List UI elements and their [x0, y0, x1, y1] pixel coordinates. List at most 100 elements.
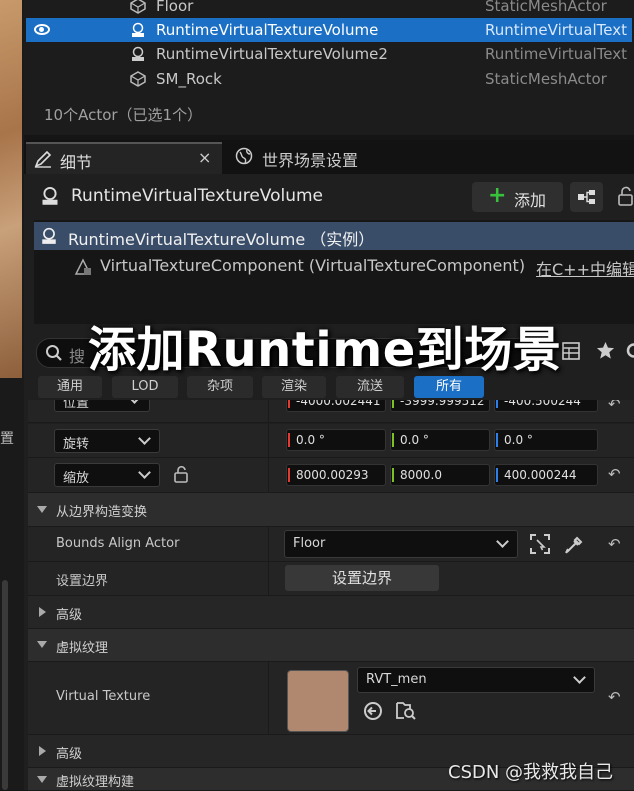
- rotation-y-value: 0.0 °: [400, 433, 429, 447]
- column-divider: [268, 662, 269, 734]
- collapse-arrow-icon: [37, 506, 47, 513]
- reset-arrow-icon[interactable]: ↶: [608, 465, 621, 483]
- reset-arrow-icon[interactable]: ↶: [608, 535, 621, 553]
- location-y-field[interactable]: -3999.999512: [390, 400, 490, 412]
- column-divider: [268, 527, 269, 561]
- location-mode-dropdown[interactable]: 位置: [54, 400, 150, 412]
- lock-open-icon[interactable]: [617, 186, 634, 206]
- property-virtual-texture: Virtual Texture RVT_men ↶: [28, 662, 634, 735]
- component-root-label: RuntimeVirtualTextureVolume （实例）: [68, 230, 375, 249]
- rotation-mode-dropdown[interactable]: 旋转: [54, 429, 160, 453]
- texture-asset-dropdown[interactable]: RVT_men: [357, 667, 595, 693]
- reset-arrow-icon[interactable]: ↶: [608, 688, 621, 706]
- outliner-row-rvt-volume2[interactable]: RuntimeVirtualTextureVolume2 RuntimeVirt…: [26, 42, 632, 66]
- location-x-field[interactable]: -4000.002441: [286, 400, 386, 412]
- column-divider: [268, 458, 269, 492]
- outliner-type: StaticMeshActor: [485, 70, 607, 88]
- outliner-name: SM_Rock: [156, 70, 222, 88]
- x-axis-marker: [288, 400, 290, 408]
- reset-arrow-icon[interactable]: ↶: [608, 400, 621, 413]
- y-axis-marker: [392, 400, 394, 408]
- chevron-down-icon: [128, 400, 141, 404]
- chevron-down-icon: [496, 535, 509, 548]
- static-mesh-icon: [130, 71, 146, 87]
- rotation-z-field[interactable]: 0.0 °: [494, 429, 598, 451]
- close-tab-button[interactable]: ×: [198, 148, 211, 167]
- settings-gear-icon[interactable]: [626, 341, 634, 360]
- set-bounds-button[interactable]: 设置边界: [285, 565, 439, 591]
- select-actor-icon[interactable]: [530, 534, 550, 554]
- blueprint-button[interactable]: [570, 182, 603, 212]
- outliner-row-floor[interactable]: Floor StaticMeshActor: [26, 0, 632, 18]
- component-child-label: VirtualTextureComponent (VirtualTextureC…: [100, 256, 526, 275]
- add-label: 添加: [514, 191, 547, 210]
- section-title: 高级: [56, 608, 83, 623]
- left-cut-label: 置: [0, 431, 14, 447]
- scale-mode-dropdown[interactable]: 缩放: [54, 463, 160, 487]
- property-set-bounds: 设置边界 设置边界: [28, 562, 634, 596]
- watermark: CSDN @我救我自己: [448, 762, 614, 783]
- property-scale: 缩放 8000.00293 8000.0 400.000244 ↶: [28, 458, 634, 493]
- rotation-z-value: 0.0 °: [504, 433, 533, 447]
- edit-in-cpp-link[interactable]: 在C++中编辑: [536, 256, 634, 280]
- collapse-arrow-icon: [37, 641, 47, 648]
- section-title: 从边界构造变换: [56, 505, 148, 520]
- section-advanced[interactable]: 高级: [28, 596, 634, 629]
- outliner-row-rvt-volume[interactable]: RuntimeVirtualTextureVolume RuntimeVirtu…: [26, 18, 632, 42]
- blueprint-hierarchy-icon: [578, 190, 595, 204]
- bounds-actor-dropdown[interactable]: Floor: [284, 530, 518, 558]
- property-bounds-align-actor: Bounds Align Actor Floor ↶: [28, 527, 634, 562]
- rvt-volume-icon: [42, 186, 58, 205]
- column-divider: [268, 424, 269, 457]
- section-virtual-texture[interactable]: 虚拟纹理: [28, 629, 634, 662]
- tab-details[interactable]: 细节 ×: [26, 142, 222, 174]
- tab-details-label: 细节: [60, 153, 93, 172]
- scale-x-field[interactable]: 8000.00293: [286, 464, 386, 486]
- actor-count: 10个Actor（已选1个）: [44, 106, 203, 124]
- table-view-icon[interactable]: [562, 342, 580, 360]
- texture-asset-value: RVT_men: [366, 672, 427, 687]
- z-axis-marker: [496, 433, 498, 447]
- rotation-x-value: 0.0 °: [296, 433, 325, 447]
- star-icon[interactable]: [596, 341, 615, 360]
- component-tree: RuntimeVirtualTextureVolume （实例） Virtual…: [34, 220, 634, 324]
- expand-arrow-icon: [39, 746, 46, 756]
- left-scrollbar[interactable]: [2, 580, 8, 790]
- add-component-button[interactable]: + 添加: [472, 182, 563, 212]
- component-root-row[interactable]: RuntimeVirtualTextureVolume （实例）: [34, 222, 634, 250]
- section-bounds-transform[interactable]: 从边界构造变换: [28, 493, 634, 527]
- rvt-volume-icon: [132, 46, 144, 61]
- section-title: 高级: [56, 747, 83, 762]
- eyedropper-icon[interactable]: [564, 533, 584, 555]
- texture-thumbnail[interactable]: [287, 670, 349, 732]
- outliner-row-sm-rock[interactable]: SM_Rock StaticMeshActor: [26, 67, 632, 91]
- property-label: Virtual Texture: [56, 689, 151, 704]
- location-z-field[interactable]: -400.500244: [494, 400, 598, 412]
- section-title: 虚拟纹理构建: [56, 775, 135, 790]
- search-input[interactable]: 搜: [69, 343, 85, 367]
- search-icon: [46, 345, 62, 361]
- texture-component-icon: [74, 258, 92, 275]
- rotation-y-field[interactable]: 0.0 °: [390, 429, 490, 451]
- scale-z-value: 400.000244: [504, 468, 577, 482]
- lock-open-icon[interactable]: [174, 466, 188, 483]
- use-selected-arrow-icon[interactable]: [363, 701, 383, 721]
- visibility-eye-icon[interactable]: [34, 24, 50, 35]
- location-z-value: -400.500244: [504, 400, 581, 408]
- actor-title: RuntimeVirtualTextureVolume: [71, 186, 324, 206]
- scale-z-field[interactable]: 400.000244: [494, 464, 598, 486]
- globe-icon: [235, 147, 253, 165]
- outliner-type: StaticMeshActor: [485, 0, 607, 15]
- world-outliner: Floor StaticMeshActor RuntimeVirtualText…: [24, 0, 634, 135]
- rvt-volume-icon: [132, 22, 144, 37]
- details-panel: RuntimeVirtualTextureVolume + 添加 Runtime…: [24, 174, 634, 791]
- scale-y-field[interactable]: 8000.0: [390, 464, 490, 486]
- rotation-label: 旋转: [63, 437, 90, 452]
- column-divider: [268, 400, 269, 422]
- chevron-down-icon: [138, 432, 151, 445]
- outliner-type: RuntimeVirtualText: [485, 21, 628, 39]
- browse-asset-icon[interactable]: [395, 700, 417, 722]
- rotation-x-field[interactable]: 0.0 °: [286, 429, 386, 451]
- z-axis-marker: [496, 468, 498, 482]
- section-title: 虚拟纹理: [56, 641, 109, 656]
